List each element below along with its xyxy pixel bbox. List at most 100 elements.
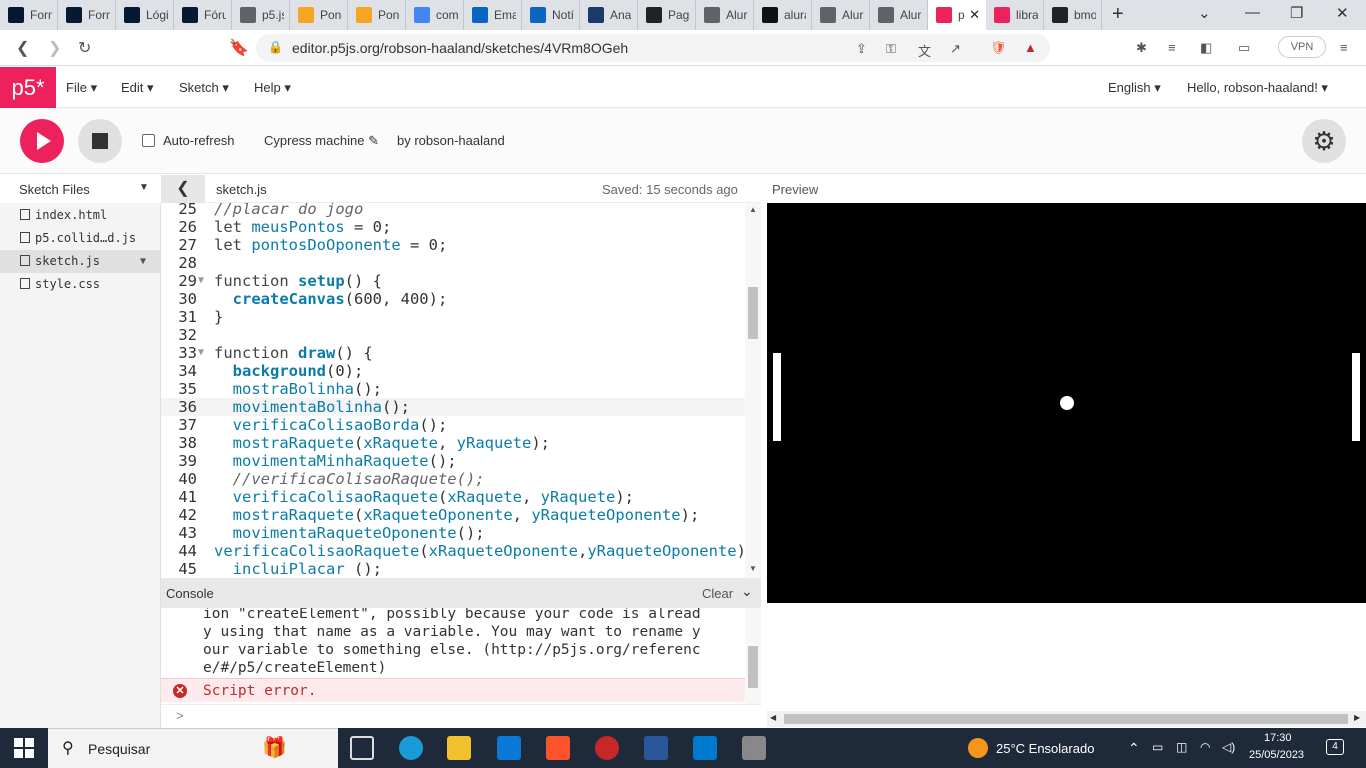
browser-tab[interactable]: Lógi [116,0,174,30]
playlist-icon[interactable]: ≡ [1168,40,1176,55]
minimize-button[interactable]: — [1245,4,1260,21]
app-icon[interactable] [595,736,619,760]
browser-menu-icon[interactable]: ≡ [1340,40,1348,55]
sidebar-icon[interactable]: ◧ [1200,40,1212,56]
editor-scroll-thumb[interactable] [748,287,758,339]
task-view-icon[interactable] [350,736,374,760]
forward-icon[interactable]: ❯ [48,38,61,58]
brave-icon[interactable] [546,736,570,760]
tray-chevron-icon[interactable]: ⌃ [1128,740,1140,757]
console-input[interactable]: > [161,704,761,728]
menu-sketch[interactable]: Sketch ▾ [179,80,229,96]
scroll-left-icon[interactable]: ◀ [770,713,776,722]
word-icon[interactable] [644,736,668,760]
language-menu[interactable]: English ▾ [1108,80,1161,96]
preview-horizontal-scrollbar[interactable]: ◀ ▶ [767,711,1366,727]
editor-scrollbar[interactable]: ▲ ▼ [745,203,761,578]
sidebar-file[interactable]: sketch.js ▼ [0,250,160,273]
code-line[interactable]: 34 background(0); [161,362,745,380]
new-tab-button[interactable]: + [1112,3,1124,26]
browser-tab[interactable]: Alura [812,0,870,30]
close-tab-icon[interactable]: ✕ [969,7,980,23]
code-line[interactable]: 30 createCanvas(600, 400); [161,290,745,308]
menu-help[interactable]: Help ▾ [254,80,291,96]
windows-start-icon[interactable] [14,738,34,758]
scroll-down-icon[interactable]: ▼ [749,564,757,573]
vpn-button[interactable]: VPN [1278,36,1326,58]
menu-file[interactable]: File ▾ [66,80,97,96]
code-line[interactable]: 27 let pontosDoOponente = 0; [161,236,745,254]
console-collapse-icon[interactable]: ⌄ [741,583,753,600]
code-line[interactable]: 42 mostraRaquete(xRaqueteOponente, yRaqu… [161,506,745,524]
code-line[interactable]: 29 ▼ function setup() { [161,272,745,290]
code-line[interactable]: 39 movimentaMinhaRaquete(); [161,452,745,470]
sketch-name[interactable]: Cypress machine ✎ [264,133,379,149]
browser-tab[interactable]: p5.js [232,0,290,30]
browser-tab[interactable]: Pong [348,0,406,30]
browser-tab[interactable]: com [406,0,464,30]
notifications-badge[interactable]: 4 [1326,739,1344,755]
user-menu[interactable]: Hello, robson-haaland! ▾ [1187,80,1328,96]
code-line[interactable]: 26 let meusPontos = 0; [161,218,745,236]
scroll-up-icon[interactable]: ▲ [749,205,757,214]
paint-icon[interactable] [742,736,766,760]
code-line[interactable]: 36 movimentaBolinha(); [161,398,745,416]
tab-search-icon[interactable]: ⌄ [1198,4,1211,22]
file-explorer-icon[interactable] [447,736,471,760]
bookmark-icon[interactable]: 🔖 [229,38,249,58]
fold-arrow-icon[interactable]: ▼ [198,344,204,362]
tray-device-icon[interactable]: ◫ [1176,740,1187,754]
close-window-button[interactable]: ✕ [1336,4,1349,22]
file-options-icon[interactable]: ▼ [140,250,146,273]
browser-tab[interactable]: Alura [696,0,754,30]
sidebar-file[interactable]: index.html [0,204,160,227]
play-button[interactable] [20,119,64,163]
browser-tab[interactable]: Alura [870,0,928,30]
browser-tab[interactable]: bmo [1044,0,1102,30]
code-line[interactable]: 31} [161,308,745,326]
code-line[interactable]: 37 verificaColisaoBorda(); [161,416,745,434]
send-icon[interactable]: ↗ [950,41,961,57]
browser-tab[interactable]: Pong [290,0,348,30]
code-line[interactable]: 28 [161,254,745,272]
browser-tab[interactable]: Notí [522,0,580,30]
weather-text[interactable]: 25°C Ensolarado [996,741,1094,756]
code-line[interactable]: 25 //placar do jogo [161,203,745,218]
collapse-sidebar-button[interactable]: ❮ [161,175,205,203]
code-editor[interactable]: 25//placar do jogo 26 let meusPontos = 0; 2… [161,203,761,578]
browser-tab[interactable]: Anal [580,0,638,30]
reload-icon[interactable]: ↻ [78,38,91,58]
edge-icon[interactable] [399,736,423,760]
browser-tab[interactable]: Page [638,0,696,30]
back-icon[interactable]: ❮ [16,38,29,58]
sidebar-dropdown-icon[interactable]: ▼ [139,182,149,193]
menu-edit[interactable]: Edit ▾ [121,80,154,96]
pencil-icon[interactable]: ✎ [368,133,379,148]
code-line[interactable]: 41 verificaColisaoRaquete(xRaquete, yRaq… [161,488,745,506]
code-line[interactable]: 40 //verificaColisaoRaquete(); [161,470,745,488]
code-line[interactable]: 33 ▼ function draw() { [161,344,745,362]
code-line[interactable]: 38 mostraRaquete(xRaquete, yRaquete); [161,434,745,452]
code-line[interactable]: 35 mostraBolinha(); [161,380,745,398]
code-line[interactable]: 32 [161,326,745,344]
share-icon[interactable]: ⇪ [856,41,867,57]
preview-scroll-thumb[interactable] [784,714,1348,724]
brave-rewards-icon[interactable]: ▲ [1024,40,1037,55]
browser-tab[interactable]: Emai [464,0,522,30]
wifi-icon[interactable]: ◠ [1200,740,1210,754]
stop-button[interactable] [78,119,122,163]
taskbar-search[interactable]: ⚲ Pesquisar 🎁 [48,728,338,768]
clock-time[interactable]: 17:30 [1264,732,1292,744]
sidebar-file[interactable]: style.css [0,273,160,296]
clock-date[interactable]: 25/05/2023 [1249,749,1304,761]
key-icon[interactable]: ⚿ [886,41,896,57]
console-scrollbar[interactable] [745,608,761,704]
code-line[interactable]: 43 movimentaRaqueteOponente(); [161,524,745,542]
wallet-icon[interactable]: ▭ [1238,40,1250,56]
scroll-right-icon[interactable]: ▶ [1354,713,1360,722]
browser-tab[interactable]: alura [754,0,812,30]
extensions-icon[interactable]: ✱ [1136,40,1147,56]
p5-logo[interactable]: p5* [0,67,56,108]
restore-button[interactable]: ❐ [1290,4,1303,22]
sketch-canvas[interactable] [767,203,1366,603]
